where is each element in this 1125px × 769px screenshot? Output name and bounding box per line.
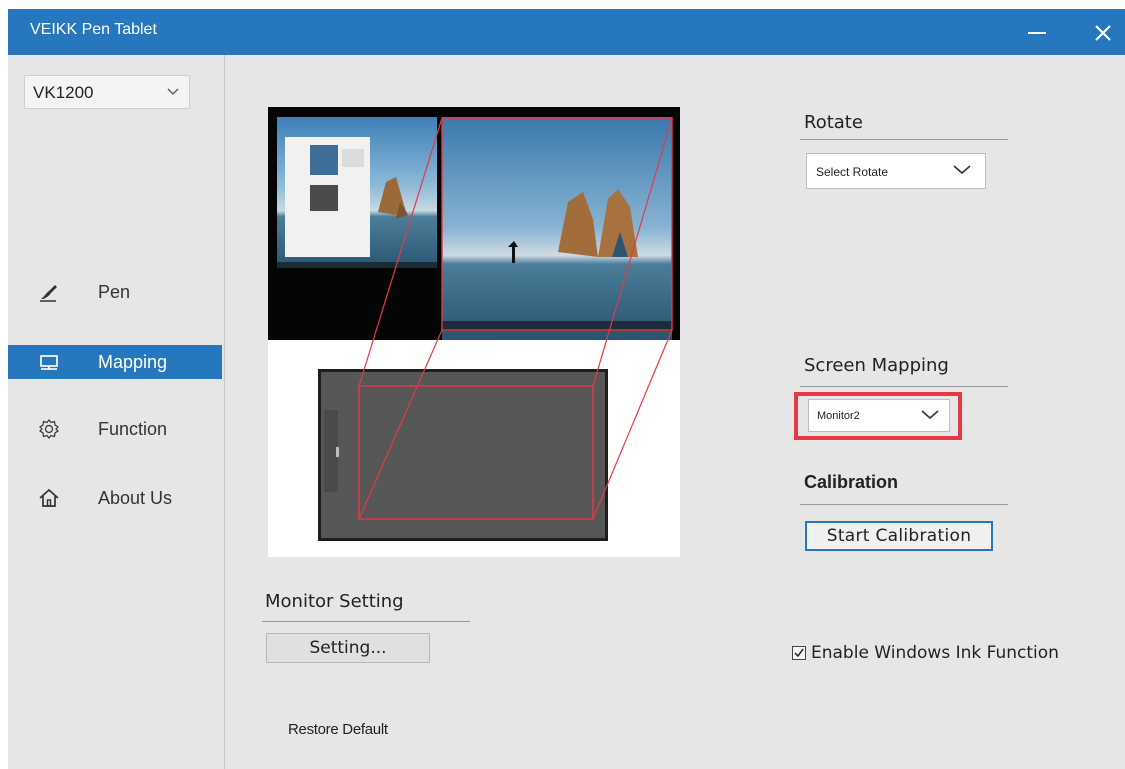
- monitor-setting-button[interactable]: Setting...: [266, 633, 430, 663]
- screen-mapping-rule: [800, 386, 1008, 387]
- rotate-rule: [800, 139, 1008, 140]
- sidebar: VK1200 Pen Mapping Function About Us: [8, 55, 224, 769]
- chevron-down-icon: [921, 410, 939, 420]
- model-select[interactable]: VK1200: [24, 75, 190, 109]
- rotate-select-value: Select Rotate: [816, 165, 889, 179]
- model-select-value: VK1200: [33, 83, 94, 102]
- start-calibration-button[interactable]: Start Calibration: [805, 521, 993, 551]
- sidebar-item-about-us[interactable]: About Us: [8, 481, 222, 515]
- close-icon[interactable]: [1088, 18, 1118, 48]
- sidebar-item-function[interactable]: Function: [8, 412, 222, 446]
- monitor-icon: [40, 355, 58, 370]
- restore-default-link[interactable]: Restore Default: [288, 721, 388, 738]
- calibration-title: Calibration: [804, 472, 899, 492]
- mapping-preview: [268, 107, 680, 557]
- pen-icon: [40, 285, 57, 302]
- gear-icon: [39, 419, 59, 439]
- chevron-down-icon: [953, 165, 971, 175]
- app-window: VEIKK Pen Tablet VK1200 Pen Mapping Func…: [8, 9, 1125, 769]
- monitor-setting-title: Monitor Setting: [265, 591, 404, 612]
- sidebar-item-label: Pen: [98, 282, 131, 302]
- calibration-rule: [800, 504, 1008, 505]
- rotate-select[interactable]: Select Rotate: [806, 153, 986, 189]
- windows-ink-checkbox[interactable]: [792, 646, 806, 660]
- rotate-title: Rotate: [804, 112, 863, 133]
- mapping-preview-illustration: [268, 107, 680, 541]
- minimize-button[interactable]: [1028, 32, 1046, 34]
- sidebar-item-mapping[interactable]: Mapping: [8, 345, 222, 379]
- sidebar-divider: [224, 55, 225, 769]
- home-icon: [39, 488, 59, 507]
- screen-mapping-select-value: Monitor2: [817, 410, 860, 422]
- sidebar-item-pen[interactable]: Pen: [8, 275, 222, 309]
- chevron-down-icon: [167, 88, 179, 95]
- screen-mapping-select[interactable]: Monitor2: [808, 399, 950, 432]
- windows-ink-label[interactable]: Enable Windows Ink Function: [811, 643, 1059, 663]
- sidebar-item-label: Mapping: [98, 352, 168, 372]
- sidebar-item-label: About Us: [98, 488, 173, 508]
- sidebar-item-label: Function: [98, 419, 168, 439]
- title-bar: VEIKK Pen Tablet: [8, 9, 1125, 55]
- window-title: VEIKK Pen Tablet: [30, 21, 157, 38]
- screen-mapping-title: Screen Mapping: [804, 355, 949, 376]
- monitor-setting-rule: [262, 621, 470, 622]
- check-icon: [794, 648, 804, 658]
